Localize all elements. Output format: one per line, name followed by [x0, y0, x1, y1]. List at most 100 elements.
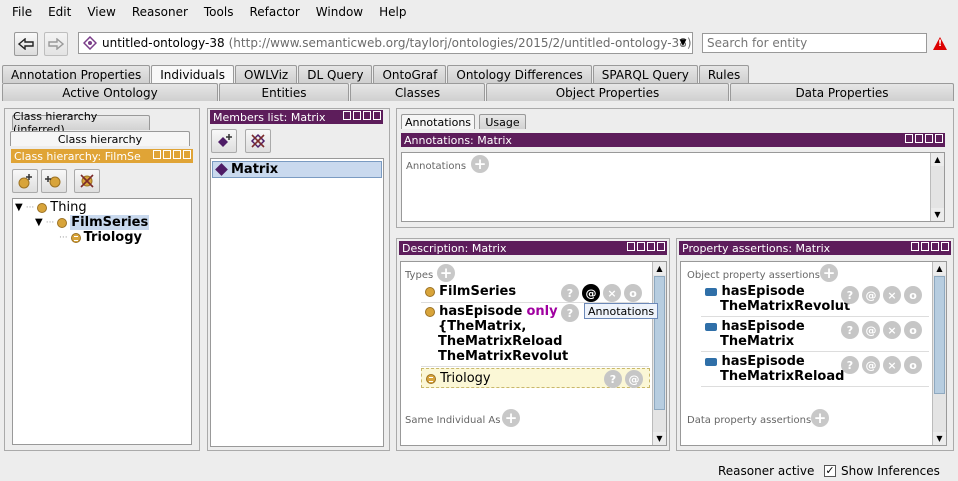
row-controls: ? @	[604, 370, 646, 388]
add-sibling-class-button[interactable]	[41, 169, 67, 193]
dropdown-arrow-icon[interactable]: ▼	[674, 33, 692, 53]
active-ontology-selector[interactable]: untitled-ontology-38 (http://www.semanti…	[78, 32, 693, 54]
tab-object-properties[interactable]: Object Properties	[486, 83, 729, 101]
class-icon	[425, 286, 435, 297]
members-list: Matrix	[210, 158, 384, 447]
tab-rules[interactable]: Rules	[698, 65, 750, 83]
forward-button[interactable]	[44, 32, 68, 56]
scrollbar[interactable]: ▲ ▼	[932, 262, 946, 445]
menu-edit[interactable]: Edit	[40, 5, 79, 19]
tab-class-hierarchy[interactable]: Class hierarchy	[10, 131, 190, 146]
view-controls[interactable]	[911, 242, 949, 251]
individual-icon	[215, 163, 228, 176]
add-annotation-button[interactable]: +	[471, 155, 489, 173]
object-assertion-1[interactable]: hasEpisode TheMatrixRevolut	[705, 284, 850, 314]
menu-window[interactable]: Window	[308, 5, 371, 19]
delete-button[interactable]: ×	[883, 286, 901, 304]
tab-active-ontology[interactable]: Active Ontology	[2, 83, 218, 101]
annotate-button[interactable]: @	[625, 370, 643, 388]
help-button[interactable]: ?	[561, 284, 579, 302]
expand-triangle-icon[interactable]: ▼	[35, 217, 43, 228]
menu-view[interactable]: View	[79, 5, 123, 19]
object-assertion-3[interactable]: hasEpisode TheMatrixReload	[705, 354, 844, 384]
edit-button[interactable]: o	[904, 286, 922, 304]
add-type-button[interactable]: +	[437, 264, 455, 282]
scrollbar[interactable]: ▲ ▼	[652, 262, 666, 445]
back-button[interactable]	[14, 32, 38, 56]
annotations-list: Annotations + ▲ ▼	[401, 152, 945, 222]
tab-ontograf[interactable]: OntoGraf	[373, 65, 447, 83]
members-list-title: Members list: Matrix	[210, 110, 383, 124]
delete-button[interactable]: ×	[883, 356, 901, 374]
class-icon	[57, 217, 68, 228]
scrollbar[interactable]: ▲ ▼	[930, 153, 944, 221]
annotate-button[interactable]: @	[862, 286, 880, 304]
add-subclass-icon	[18, 174, 32, 189]
tab-annotations[interactable]: Annotations	[401, 114, 475, 129]
delete-individual-icon	[250, 133, 266, 149]
show-inferences-checkbox[interactable]: ✓	[824, 463, 836, 477]
tab-individuals[interactable]: Individuals	[151, 65, 234, 83]
add-individual-button[interactable]	[211, 129, 237, 153]
tab-owlviz[interactable]: OWLViz	[234, 65, 298, 83]
add-object-property-assertion-button[interactable]: +	[820, 264, 838, 282]
search-entity-input[interactable]	[702, 33, 927, 53]
tab-dl-query[interactable]: DL Query	[298, 65, 373, 83]
annotate-button[interactable]: @	[582, 284, 600, 302]
menu-tools[interactable]: Tools	[196, 5, 242, 19]
view-controls[interactable]	[343, 111, 381, 120]
same-individual-label: Same Individual As	[405, 415, 501, 426]
add-data-property-assertion-button[interactable]: +	[811, 409, 829, 427]
menu-refactor[interactable]: Refactor	[241, 5, 307, 19]
property-assertions-list: Object property assertions + hasEpisode …	[680, 261, 947, 446]
edit-button[interactable]: o	[904, 321, 922, 339]
delete-button[interactable]: ×	[883, 321, 901, 339]
expand-triangle-icon[interactable]: ▼	[15, 202, 23, 213]
add-subclass-button[interactable]	[12, 169, 38, 193]
row-controls: ? @ × o	[561, 284, 645, 302]
delete-class-button[interactable]	[74, 169, 100, 193]
object-assertion-2[interactable]: hasEpisode TheMatrix	[705, 319, 805, 349]
tab-annotation-properties[interactable]: Annotation Properties	[2, 65, 151, 83]
restriction-line: {TheMatrix,	[438, 319, 527, 334]
view-controls[interactable]	[627, 242, 665, 251]
delete-button[interactable]: ×	[603, 284, 621, 302]
delete-individual-button[interactable]	[245, 129, 271, 153]
annotate-button[interactable]: @	[862, 321, 880, 339]
workspace-tabs-row2: Active Ontology Entities Classes Object …	[2, 83, 956, 101]
type-hasepisode-restriction[interactable]: hasEpisode only	[425, 304, 558, 319]
tab-sparql-query[interactable]: SPARQL Query	[592, 65, 698, 83]
menu-reasoner[interactable]: Reasoner	[124, 5, 196, 19]
tab-classes[interactable]: Classes	[350, 83, 485, 101]
help-button[interactable]: ?	[841, 356, 859, 374]
menu-file[interactable]: File	[4, 5, 40, 19]
class-tree: ▼ ··· Thing ▼ ··· FilmSeries ··· Triolog…	[12, 198, 192, 445]
warning-icon[interactable]: !	[933, 37, 947, 50]
tree-node-triology[interactable]: ··· Triology	[59, 230, 142, 245]
tree-node-thing[interactable]: ▼ ··· Thing	[15, 200, 87, 215]
help-button[interactable]: ?	[561, 304, 579, 322]
edit-button[interactable]: o	[904, 356, 922, 374]
help-button[interactable]: ?	[841, 286, 859, 304]
type-filmseries[interactable]: FilmSeries	[425, 284, 516, 299]
tree-node-filmseries[interactable]: ▼ ··· FilmSeries	[35, 215, 150, 230]
type-triology-inferred[interactable]: Triology ? @	[421, 368, 650, 388]
annotate-button[interactable]: @	[862, 356, 880, 374]
show-inferences-label: Show Inferences	[841, 464, 940, 478]
tab-data-properties[interactable]: Data Properties	[730, 83, 954, 101]
view-controls[interactable]	[905, 134, 943, 143]
object-property-icon	[705, 287, 717, 296]
help-button[interactable]: ?	[841, 321, 859, 339]
types-label: Types	[405, 270, 434, 281]
tab-class-hierarchy-inferred[interactable]: Class hierarchy (inferred)	[12, 110, 150, 136]
list-item[interactable]: Matrix	[212, 161, 382, 178]
tab-entities[interactable]: Entities	[219, 83, 349, 101]
tab-ontology-differences[interactable]: Ontology Differences	[447, 65, 592, 83]
menu-help[interactable]: Help	[371, 5, 414, 19]
view-controls[interactable]	[153, 150, 191, 159]
help-button[interactable]: ?	[604, 370, 622, 388]
edit-button[interactable]: o	[624, 284, 642, 302]
tab-usage[interactable]: Usage	[479, 114, 526, 129]
add-same-individual-button[interactable]: +	[502, 409, 520, 427]
row-controls: ?	[561, 304, 582, 322]
